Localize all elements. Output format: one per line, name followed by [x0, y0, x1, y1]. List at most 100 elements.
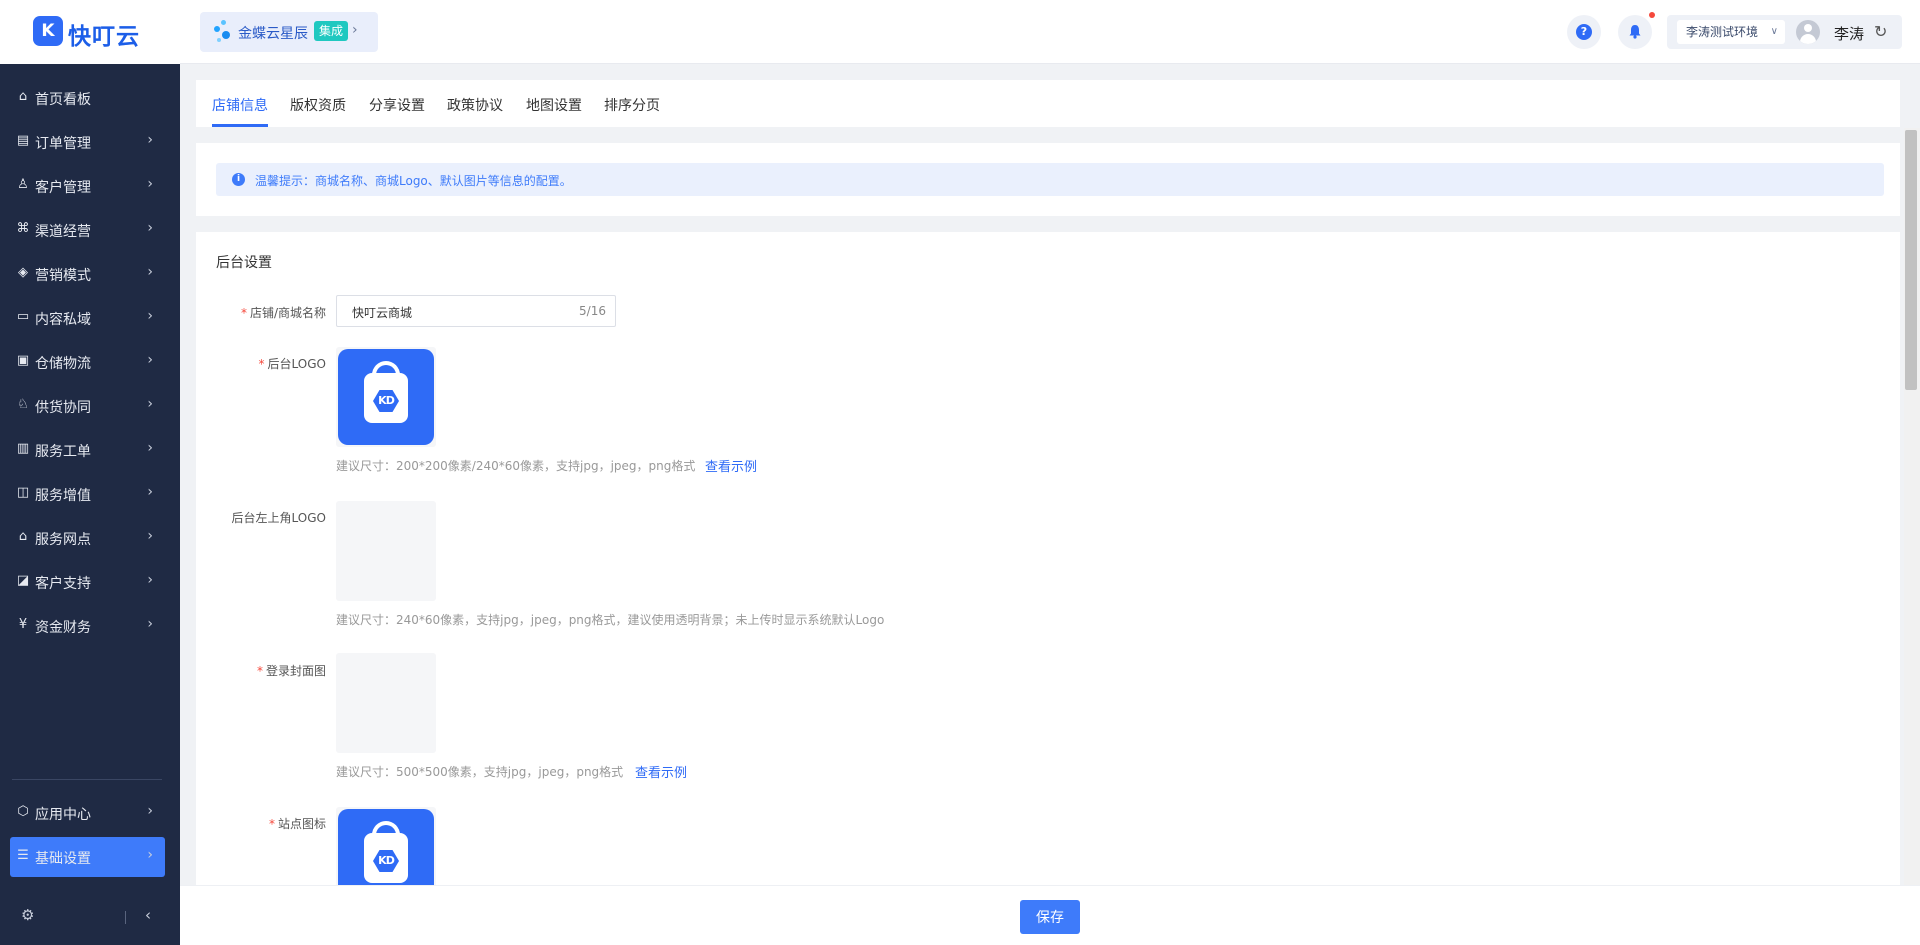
settings-tabs: 店铺信息 版权资质 分享设置 政策协议 地图设置 排序分页 [196, 80, 1900, 127]
footer-divider [125, 911, 126, 924]
tab-shop-info[interactable]: 店铺信息 [212, 95, 268, 115]
brand[interactable]: K 快叮云 [0, 0, 180, 64]
site-icon-label: * 站点图标 [268, 817, 326, 831]
sidebar-item-label: 营销模式 [35, 268, 91, 284]
sidebar-item-label: 内容私域 [35, 312, 91, 328]
admin-logo-upload[interactable]: KD [336, 347, 436, 447]
view-example-link[interactable]: 查看示例 [635, 762, 687, 781]
bag-icon: ◫ [16, 485, 30, 500]
sidebar-item-7[interactable]: ♘ 供货协同 › [10, 386, 165, 426]
save-button[interactable]: 保存 [1020, 900, 1080, 934]
sidebar-item-label: 服务网点 [35, 532, 91, 548]
sidebar: ⌂ 首页看板 ▤ 订单管理 › ♙ 客户管理 › ⌘ 渠道经营 › ◈ 营销模式 › ▭ 内容私域 › ▣ 仓储物流… [0, 64, 180, 945]
user-area: 李涛测试环境 ∨ 李涛 ↻ [1667, 15, 1902, 49]
chevron-right-icon: › [147, 847, 153, 863]
tip-text: 温馨提示：商城名称、商城Logo、默认图片等信息的配置。 [255, 174, 572, 188]
sidebar-item-label: 客户支持 [35, 576, 91, 592]
tab-copyright[interactable]: 版权资质 [290, 95, 346, 115]
sidebar-item-9[interactable]: ◫ 服务增值 › [10, 474, 165, 514]
sidebar-item-label: 服务增值 [35, 488, 91, 504]
cube-icon: ⬡ [17, 804, 29, 819]
collapse-sidebar-icon[interactable]: ‹ [145, 906, 151, 924]
corner-logo-hint: 建议尺寸：240*60像素，支持jpg，jpeg，png格式，建议使用透明背景；… [336, 613, 885, 627]
chevron-right-icon: › [147, 616, 153, 632]
environment-select-value: 李涛测试环境 [1686, 25, 1759, 39]
sidebar-item-6[interactable]: ▣ 仓储物流 › [10, 342, 165, 382]
environment-select[interactable]: 李涛测试环境 ∨ [1677, 20, 1785, 44]
scrollbar-thumb[interactable] [1905, 130, 1917, 390]
app-dots-icon [214, 20, 234, 44]
sidebar-item-4[interactable]: ◈ 营销模式 › [10, 254, 165, 294]
sidebar-item-10[interactable]: ⌂ 服务网点 › [10, 518, 165, 558]
sidebar-item-0[interactable]: ⌂ 首页看板 [10, 78, 165, 118]
box-icon: ▣ [16, 353, 30, 368]
chevron-right-icon: › [147, 352, 153, 368]
yuan-icon: ¥ [18, 617, 28, 632]
tab-share[interactable]: 分享设置 [369, 95, 425, 115]
sidebar-bottom-item-0[interactable]: ⬡ 应用中心 › [10, 793, 165, 833]
sidebar-item-label: 首页看板 [35, 92, 91, 108]
chevron-right-icon: › [147, 803, 153, 819]
shop-name-input[interactable]: 快叮云商城 5/16 [336, 295, 616, 327]
home-icon: ⌂ [18, 89, 28, 104]
tag-icon: ◈ [18, 265, 28, 280]
image-icon: ▭ [16, 309, 30, 324]
sidebar-item-2[interactable]: ♙ 客户管理 › [10, 166, 165, 206]
store-icon: ⌂ [18, 529, 28, 544]
user-icon: ♙ [17, 177, 29, 192]
corner-logo-label: 后台左上角LOGO [231, 511, 326, 525]
sidebar-item-1[interactable]: ▤ 订单管理 › [10, 122, 165, 162]
integration-badge: 集成 [314, 21, 349, 41]
chevron-right-icon: › [147, 528, 153, 544]
login-cover-hint: 建议尺寸：500*500像素，支持jpg，jpeg，png格式 [336, 765, 624, 779]
shop-name-label: * 店铺/商城名称 [240, 306, 326, 320]
brand-logo-icon: K [33, 16, 63, 46]
sidebar-bottom-item-1[interactable]: ☰ 基础设置 › [10, 837, 165, 877]
sidebar-item-label: 仓储物流 [35, 356, 91, 372]
sidebar-item-3[interactable]: ⌘ 渠道经营 › [10, 210, 165, 250]
tab-map[interactable]: 地图设置 [526, 95, 582, 115]
sidebar-item-label: 服务工单 [35, 444, 91, 460]
brand-name: 快叮云 [68, 24, 140, 50]
chevron-right-icon: › [147, 132, 153, 148]
chevron-right-icon: › [147, 264, 153, 280]
chevron-down-icon: ∨ [1770, 26, 1778, 37]
ticket-icon: ▥ [16, 441, 30, 456]
sidebar-divider [12, 779, 162, 780]
sidebar-item-label: 资金财务 [35, 620, 91, 636]
sidebar-item-label: 供货协同 [35, 400, 91, 416]
app-switcher[interactable]: 金蝶云星辰 集成 › [200, 12, 378, 52]
channel-icon: ⌘ [16, 221, 30, 236]
char-counter: 5/16 [579, 304, 606, 318]
admin-settings-form: 后台设置 * 店铺/商城名称 快叮云商城 5/16 * 后台LOGO KD 建议尺寸… [196, 232, 1900, 945]
view-example-link[interactable]: 查看示例 [705, 456, 757, 475]
chevron-right-icon: › [147, 308, 153, 324]
help-icon: ? [1576, 24, 1592, 40]
sidebar-item-8[interactable]: ▥ 服务工单 › [10, 430, 165, 470]
supply-icon: ♘ [17, 397, 29, 412]
theme-settings-icon[interactable]: ⚙ [21, 906, 34, 924]
tab-sort-paging[interactable]: 排序分页 [604, 95, 660, 115]
chevron-right-icon: › [147, 572, 153, 588]
login-cover-label: * 登录封面图 [256, 664, 326, 678]
tip-card: i 温馨提示：商城名称、商城Logo、默认图片等信息的配置。 [196, 143, 1900, 216]
sidebar-item-5[interactable]: ▭ 内容私域 › [10, 298, 165, 338]
active-tab-indicator [212, 124, 268, 127]
info-icon: i [232, 173, 245, 186]
chevron-right-icon: › [147, 220, 153, 236]
refresh-icon[interactable]: ↻ [1874, 22, 1887, 41]
chevron-right-icon: › [147, 396, 153, 412]
sidebar-item-label: 客户管理 [35, 180, 91, 196]
sidebar-item-12[interactable]: ¥ 资金财务 › [10, 606, 165, 646]
notification-button[interactable] [1618, 15, 1652, 49]
corner-logo-upload[interactable] [336, 501, 436, 601]
help-button[interactable]: ? [1567, 15, 1601, 49]
sidebar-item-11[interactable]: ◪ 客户支持 › [10, 562, 165, 602]
admin-logo-label: * 后台LOGO [258, 357, 326, 371]
chevron-right-icon: › [147, 440, 153, 456]
user-name[interactable]: 李涛 [1834, 23, 1864, 44]
avatar[interactable] [1796, 20, 1820, 44]
top-header: K 快叮云 金蝶云星辰 集成 › ? 李涛测试环境 ∨ 李涛 ↻ [0, 0, 1920, 64]
login-cover-upload[interactable] [336, 653, 436, 753]
tab-policy[interactable]: 政策协议 [447, 95, 503, 115]
